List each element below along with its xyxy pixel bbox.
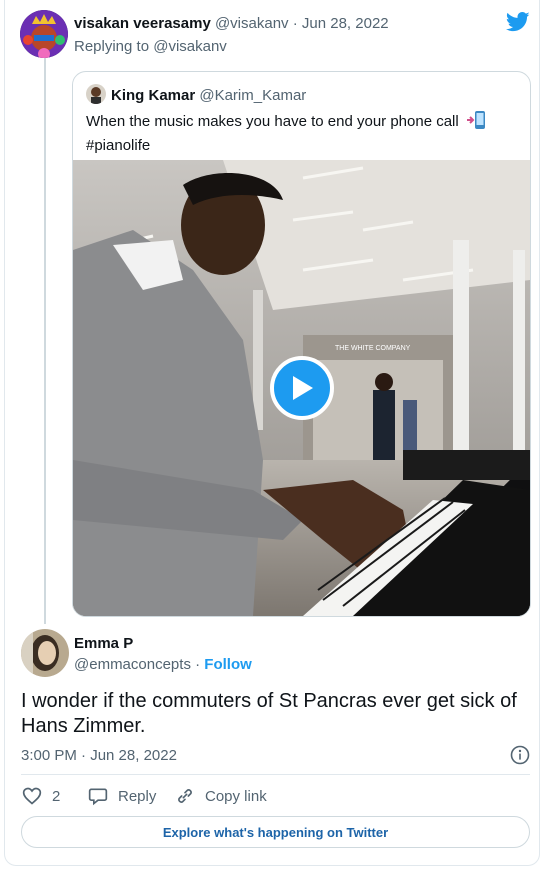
main-author-line: @emmaconcepts · Follow [74, 656, 252, 673]
handle-separator: · [195, 656, 201, 673]
twitter-bird-icon[interactable] [505, 12, 530, 37]
reply-date[interactable]: · Jun 28, 2022 [293, 15, 389, 32]
copy-link-label: Copy link [205, 787, 267, 805]
reply-bubble-icon [88, 788, 108, 806]
quoted-header: King Kamar @Karim_Kamar [111, 87, 306, 104]
follow-link[interactable]: Follow [204, 656, 252, 673]
avatar-emma[interactable] [21, 629, 69, 677]
reply-author-handle[interactable]: @visakanv [215, 15, 289, 32]
reply-action[interactable]: Reply [88, 786, 156, 806]
quoted-tweet[interactable]: King Kamar @Karim_Kamar When the music m… [72, 71, 531, 617]
explore-twitter-button[interactable]: Explore what's happening on Twitter [21, 816, 530, 848]
main-author-handle[interactable]: @emmaconcepts [74, 656, 191, 673]
video-media[interactable]: THE WHITE COMPANY [73, 160, 530, 616]
phone-exit-emoji-icon [466, 111, 486, 135]
reply-label: Reply [118, 787, 157, 805]
quoted-author-name[interactable]: King Kamar [111, 87, 195, 104]
main-tweet-text: I wonder if the commuters of St Pancras … [21, 690, 517, 737]
explore-label: Explore what's happening on Twitter [162, 824, 389, 840]
actions-divider [21, 774, 530, 775]
reply-header: visakan veerasamy @visakanv · Jun 28, 20… [74, 15, 389, 32]
avatar-visakan[interactable] [20, 10, 68, 58]
avatar-king-kamar[interactable] [86, 84, 106, 104]
main-author-name[interactable]: Emma P [74, 635, 133, 652]
replying-to-prefix: Replying to [74, 38, 150, 55]
main-timestamp[interactable]: 3:00 PM · Jun 28, 2022 [21, 747, 177, 764]
quoted-hashtag[interactable]: #pianolife [86, 135, 486, 156]
play-button[interactable] [270, 356, 334, 420]
heart-icon [22, 787, 42, 805]
quoted-author-handle[interactable]: @Karim_Kamar [199, 87, 306, 104]
link-icon [178, 789, 192, 803]
replying-to-line: Replying to @visakanv [74, 38, 227, 55]
info-icon[interactable] [510, 745, 530, 770]
copy-link-action[interactable]: Copy link [175, 786, 267, 806]
shop-sign-text: THE WHITE COMPANY [335, 345, 411, 352]
play-icon [293, 376, 313, 400]
reply-author-name[interactable]: visakan veerasamy [74, 15, 211, 32]
like-count: 2 [52, 787, 61, 805]
like-action[interactable]: 2 [22, 786, 60, 806]
replying-to-handle[interactable]: @visakanv [153, 38, 227, 55]
quoted-text-block: When the music makes you have to end you… [86, 111, 486, 156]
thread-connector-line [44, 58, 46, 624]
quoted-text: When the music makes you have to end you… [86, 113, 459, 130]
